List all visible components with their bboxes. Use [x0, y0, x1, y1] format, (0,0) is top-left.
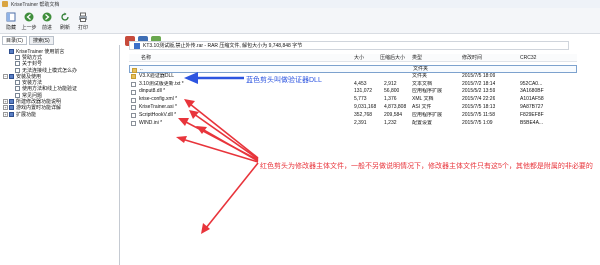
window-title: KriseTrainer 帮助文档 [11, 1, 60, 8]
archive-path: KT3.10测试版,禁止外传.rar - RAR 压缩文件, 解包大小为 9,7… [143, 43, 303, 49]
hide-icon [6, 12, 16, 21]
tree-item[interactable]: + 扩展功能 [0, 111, 119, 118]
tree-item-label: 扩展功能 [16, 111, 37, 118]
column-modified[interactable]: 修改时间 [462, 54, 482, 62]
column-type[interactable]: 类型 [412, 54, 422, 62]
book-icon [9, 105, 14, 111]
column-size[interactable]: 大小 [354, 54, 364, 62]
forward-button[interactable]: 前进 [38, 8, 56, 34]
book-icon [9, 73, 14, 79]
forward-icon [42, 12, 52, 21]
red-annotation: 红色剪头为修改器主体文件，一般不另做说明情况下，修改器主体文件只有这5个，其他都… [260, 163, 593, 170]
table-row[interactable]: 3.10测试版更新.txt * 4,453 2,912 文本文档 2015/7/… [129, 81, 577, 89]
column-name[interactable]: 名称 [141, 54, 151, 62]
table-row[interactable]: WIND.ini * 2,391 1,232 配置设置 2015/7/5 1:0… [129, 120, 577, 128]
print-label: 打印 [77, 24, 88, 31]
print-icon [79, 12, 87, 22]
table-row[interactable]: .. 文件夹 [129, 65, 577, 73]
collapse-icon[interactable]: − [3, 73, 8, 79]
table-row[interactable]: V3.X验证器DLL 文件夹 2015/7/5 18:09 [129, 73, 577, 81]
file-list: .. 文件夹 V3.X验证器DLL 文件夹 2015/7/5 18:09 3.1… [129, 65, 577, 127]
file-icon [131, 113, 136, 119]
refresh-label: 刷新 [59, 24, 70, 31]
up-folder-icon[interactable] [134, 42, 140, 49]
column-packed[interactable]: 压缩后大小 [380, 54, 405, 62]
file-icon [131, 121, 136, 127]
archive-path-bar[interactable]: KT3.10测试版,禁止外传.rar - RAR 压缩文件, 解包大小为 9,7… [129, 41, 569, 50]
folder-icon [131, 74, 136, 80]
forward-label: 前进 [41, 24, 52, 31]
tab-search[interactable]: 搜索(S) [28, 36, 54, 45]
page-icon [15, 61, 20, 67]
back-label: 上一步 [21, 24, 37, 31]
contents-tree: KriseTrainer 使用前言 赞助方式 关于封号 无法连接线上模式怎么办 … [0, 45, 120, 265]
refresh-icon [61, 12, 69, 21]
table-row[interactable]: krise-config.xml * 5,773 1,376 XML 文档 20… [129, 96, 577, 104]
hide-label: 隐藏 [5, 24, 16, 31]
expand-icon[interactable]: + [3, 99, 8, 105]
file-icon [131, 82, 136, 88]
book-icon [9, 111, 14, 117]
book-icon [9, 99, 14, 105]
page-icon [15, 92, 20, 98]
nav-tabs: 目录(C) 搜索(S) [0, 36, 120, 45]
file-icon [131, 89, 136, 95]
title-bar: KriseTrainer 帮助文档 [0, 0, 600, 8]
book-icon [9, 48, 14, 54]
page-icon [15, 54, 20, 60]
file-list-header: 名称 大小 压缩后大小 类型 修改时间 CRC32 [129, 54, 577, 62]
file-icon [131, 97, 136, 103]
tab-contents[interactable]: 目录(C) [2, 36, 27, 45]
hide-button[interactable]: 隐藏 [2, 8, 20, 34]
refresh-button[interactable]: 刷新 [56, 8, 74, 34]
file-icon [131, 105, 136, 111]
page-icon [15, 67, 20, 73]
app-icon [2, 1, 8, 7]
print-button[interactable]: 打印 [74, 8, 92, 34]
back-icon [24, 12, 34, 21]
back-button[interactable]: 上一步 [20, 8, 38, 34]
table-row[interactable]: KriseTrainer.asi * 9,031,168 4,873,808 A… [129, 104, 577, 112]
content-pane: KT3.10测试版,禁止外传.rar - RAR 压缩文件, 解包大小为 9,7… [121, 34, 600, 265]
blue-annotation: 蓝色剪头叫做验证器DLL [246, 77, 322, 84]
table-row[interactable]: ScriptHookV.dll * 352,768 209,584 应用程序扩展… [129, 112, 577, 120]
help-toolbar: 隐藏 上一步 前进 刷新 打印 [0, 8, 600, 34]
page-icon [15, 80, 20, 86]
folder-icon [132, 67, 137, 73]
page-icon [15, 86, 20, 92]
expand-icon[interactable]: + [3, 105, 8, 111]
column-crc[interactable]: CRC32 [520, 54, 536, 62]
expand-icon[interactable]: + [3, 111, 8, 117]
table-row[interactable]: dinput8.dll * 131,072 56,800 应用程序扩展 2015… [129, 88, 577, 96]
